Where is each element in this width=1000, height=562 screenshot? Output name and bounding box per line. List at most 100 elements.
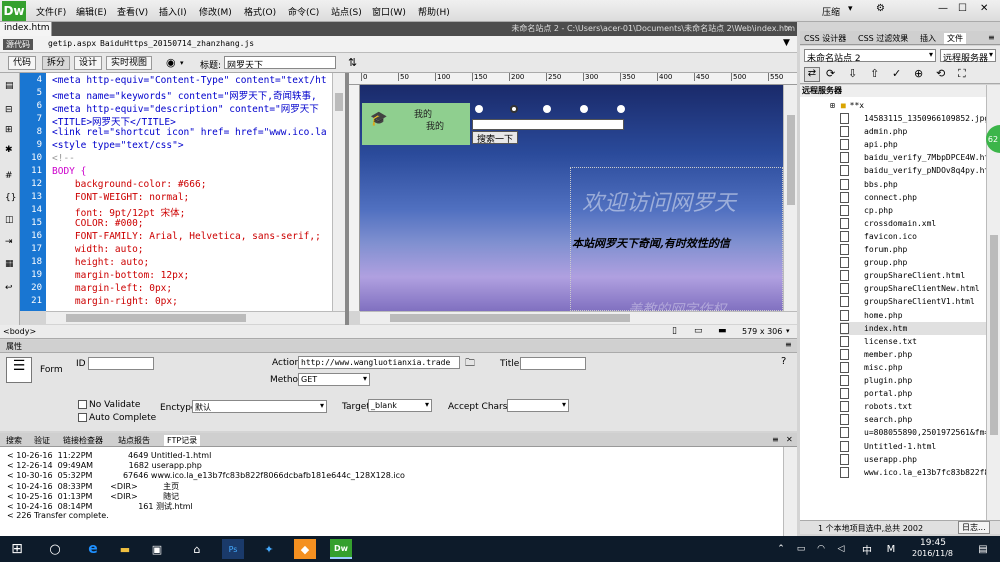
format-icon[interactable]: ▦	[5, 259, 14, 269]
tab-css-designer[interactable]: CSS 设计器	[804, 33, 846, 44]
chevron-down-icon[interactable]: ▾	[848, 4, 853, 14]
close-icon[interactable]: ✕	[980, 3, 988, 14]
related-file-getip[interactable]: getip.aspx	[48, 39, 96, 48]
code-view-button[interactable]: 代码	[8, 56, 37, 70]
get-files-icon[interactable]: ⇩	[848, 67, 857, 80]
file-item[interactable]: groupShareClient.html	[840, 269, 965, 282]
windows-start-icon[interactable]: ⊞	[6, 539, 28, 559]
checkout-icon[interactable]: ✓	[892, 67, 901, 80]
file-item[interactable]: baidu_verify_7MbpDPCE4W.html	[840, 151, 986, 164]
remote-file-list[interactable]: 远程服务器 ⊞ ■ **x 14583115_1350966109852.jpg adm…	[800, 85, 986, 520]
design-view-button[interactable]: 设计	[74, 56, 103, 70]
file-management-icon[interactable]: ⇅	[348, 56, 357, 69]
file-item[interactable]: bbs.php	[840, 178, 898, 191]
server-view-select[interactable]: 远程服务器	[940, 49, 996, 64]
radio-5[interactable]	[617, 105, 625, 113]
panel-menu-icon[interactable]: ≡	[988, 33, 995, 42]
clock-date[interactable]: 2016/11/8	[912, 549, 953, 558]
log-button[interactable]: 日志...	[958, 521, 990, 534]
filter-icon[interactable]: ▼	[783, 38, 790, 48]
comment-icon[interactable]: ◫	[5, 215, 14, 225]
title-input[interactable]: 网罗天下	[224, 56, 336, 69]
related-file-baiduhttps[interactable]: BaiduHttps_20150714_zhanzhang.js	[100, 39, 254, 48]
menu-edit[interactable]: 编辑(E)	[76, 5, 107, 18]
minimize-icon[interactable]: —	[938, 3, 948, 14]
radio-1[interactable]	[475, 105, 483, 113]
panel-menu-icon[interactable]: ≡	[785, 340, 792, 349]
menu-commands[interactable]: 命令(C)	[288, 5, 319, 18]
edge-icon[interactable]: e	[82, 539, 104, 559]
file-item[interactable]: admin.php	[840, 125, 907, 138]
file-item[interactable]: www.ico.la_e13b7fc83b822f80	[840, 466, 986, 479]
radio-2[interactable]	[510, 105, 518, 113]
file-item[interactable]: favicon.ico	[840, 230, 917, 243]
menu-view[interactable]: 查看(V)	[117, 5, 148, 18]
open-documents-icon[interactable]: ▤	[5, 81, 14, 91]
home-icon[interactable]: ⌂	[186, 539, 208, 559]
file-item[interactable]: crossdomain.xml	[840, 217, 936, 230]
collapse-icon[interactable]: ⊟	[5, 105, 13, 115]
file-item[interactable]: 14583115_1350966109852.jpg	[840, 112, 986, 125]
action-input[interactable]: http://www.wangluotianxia.trade	[298, 356, 460, 369]
menu-format[interactable]: 格式(O)	[244, 5, 276, 18]
site-select[interactable]: 未命名站点 2	[804, 49, 936, 64]
clock-time[interactable]: 19:45	[920, 538, 946, 548]
close-icon[interactable]: ✕	[786, 435, 793, 444]
tab-insert[interactable]: 插入	[920, 33, 936, 44]
file-item[interactable]: Untitled-1.html	[840, 440, 936, 453]
compress-button[interactable]: 压缩	[822, 5, 840, 18]
search-icon[interactable]: ○	[44, 539, 66, 559]
design-horizontal-scrollbar[interactable]	[360, 311, 797, 324]
split-view-button[interactable]: 拆分	[42, 56, 71, 70]
menu-modify[interactable]: 修改(M)	[199, 5, 232, 18]
indent-icon[interactable]: ⇥	[5, 237, 13, 247]
code-vertical-scrollbar[interactable]	[332, 73, 345, 311]
expand-icon[interactable]: ⊞	[5, 125, 13, 135]
file-item[interactable]: api.php	[840, 138, 898, 151]
file-item[interactable]: u=808055890,2501972561&fm=21	[840, 426, 986, 439]
file-item[interactable]: baidu_verify_pNDOv8q4py.html	[840, 164, 986, 177]
tablet-icon[interactable]: ▭	[694, 326, 703, 336]
tab-index-htm[interactable]: index.htm	[0, 22, 52, 36]
file-item[interactable]: userapp.php	[840, 453, 917, 466]
tab-site-reports[interactable]: 站点报告	[118, 435, 150, 446]
tag-selector[interactable]: <body>	[3, 327, 36, 336]
tab-ftp-log[interactable]: FTP记录	[164, 435, 201, 446]
photoshop-icon[interactable]: Ps	[222, 539, 244, 559]
tray-up-icon[interactable]: ⌃	[770, 539, 792, 559]
phone-icon[interactable]: ▯	[672, 326, 677, 336]
file-item[interactable]: index.htm	[840, 321, 986, 335]
settings-icon[interactable]: ⚙	[876, 3, 885, 14]
ime-indicator[interactable]: 中	[856, 539, 878, 559]
braces-icon[interactable]: {}	[5, 193, 16, 203]
chevron-down-icon[interactable]: ▾	[180, 59, 184, 67]
connect-icon[interactable]: ⇄	[804, 67, 820, 82]
expand-panel-icon[interactable]: ⛶	[958, 67, 966, 81]
window-size[interactable]: 579 x 306	[742, 327, 782, 336]
search-button[interactable]: 搜索一下	[472, 131, 518, 145]
radio-3[interactable]	[543, 105, 551, 113]
form-title-input[interactable]	[520, 357, 586, 370]
refresh-icon[interactable]: ⟳	[826, 67, 835, 80]
app-icon[interactable]: ◆	[294, 539, 316, 559]
file-item[interactable]: group.php	[840, 256, 907, 269]
chevron-down-icon[interactable]: ▾	[786, 327, 790, 335]
folder-root[interactable]: ⊞ ■ **x	[830, 99, 864, 112]
file-explorer-icon[interactable]: ▬	[114, 539, 136, 559]
menu-file[interactable]: 文件(F)	[36, 5, 66, 18]
file-item[interactable]: connect.php	[840, 191, 917, 204]
file-item[interactable]: home.php	[840, 309, 903, 322]
folder-icon[interactable]: 🗀	[465, 356, 475, 373]
file-item[interactable]: cp.php	[840, 204, 893, 217]
design-vertical-scrollbar[interactable]	[783, 85, 797, 311]
select-parent-tag-icon[interactable]: ✱	[5, 145, 13, 155]
enctype-select[interactable]: 默认	[192, 400, 327, 413]
store-icon[interactable]: ▣	[146, 539, 168, 559]
desktop-icon[interactable]: ▬	[718, 326, 727, 336]
wrap-icon[interactable]: ↩	[5, 283, 13, 293]
file-item[interactable]: forum.php	[840, 243, 907, 256]
tab-files[interactable]: 文件	[944, 33, 966, 44]
log-scrollbar[interactable]	[783, 447, 797, 537]
menu-site[interactable]: 站点(S)	[331, 5, 362, 18]
bird-icon[interactable]: ✦	[258, 539, 280, 559]
